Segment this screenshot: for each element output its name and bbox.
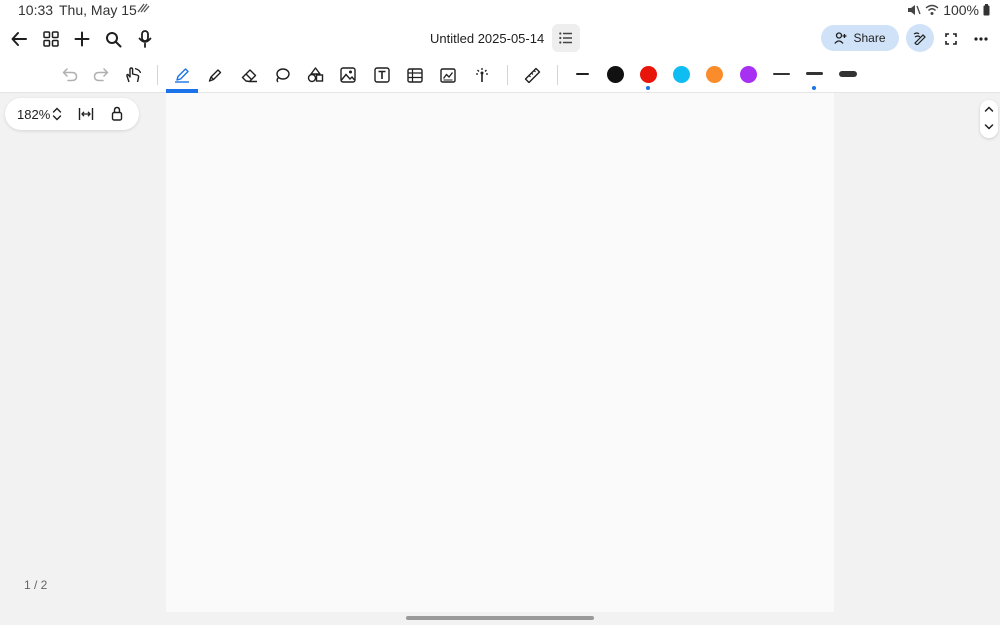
pen-icon [174, 67, 190, 83]
wifi-icon [925, 4, 939, 16]
add-person-icon [834, 32, 847, 44]
stroke-medium[interactable] [806, 72, 823, 75]
eraser-icon[interactable] [234, 60, 264, 90]
selected-indicator [812, 86, 816, 90]
page-scroll-control [980, 100, 998, 138]
toolbar-divider [557, 65, 558, 85]
drawing-toolbar [0, 57, 1000, 93]
lock-icon[interactable] [111, 106, 123, 121]
color-swatch-cyan[interactable] [673, 66, 690, 83]
stroke-thick[interactable] [839, 70, 857, 77]
battery-percent: 100% [943, 2, 979, 18]
undo-icon[interactable] [55, 60, 85, 90]
image-icon[interactable] [333, 60, 363, 90]
stroke-thin[interactable] [773, 73, 790, 75]
color-swatch-orange[interactable] [706, 66, 723, 83]
ruler-icon[interactable] [517, 60, 547, 90]
chart-icon[interactable] [433, 60, 463, 90]
zoom-level[interactable]: 182% [17, 107, 50, 122]
shapes-icon[interactable] [300, 60, 330, 90]
list-icon[interactable] [552, 24, 580, 52]
color-swatch-black[interactable] [607, 66, 624, 83]
mute-icon [907, 4, 921, 16]
status-bar: 10:33 Thu, May 15 100% [0, 0, 1000, 20]
mic-icon[interactable] [131, 25, 159, 53]
share-button[interactable]: Share [821, 25, 899, 51]
table-icon[interactable] [400, 60, 430, 90]
note-page-canvas[interactable] [166, 93, 834, 612]
color-swatch-purple[interactable] [740, 66, 757, 83]
fullscreen-icon[interactable] [937, 25, 965, 53]
lasso-icon[interactable] [267, 60, 297, 90]
home-indicator[interactable] [406, 616, 594, 620]
pen-tool[interactable] [166, 60, 198, 93]
hand-touch-icon[interactable] [118, 60, 148, 90]
page-counter: 1 / 2 [24, 578, 48, 592]
scroll-up-icon[interactable] [984, 105, 994, 113]
status-time: 10:33 [18, 2, 54, 18]
text-box-icon[interactable] [367, 60, 397, 90]
color-swatch-red[interactable] [640, 66, 657, 83]
status-date: Thu, May 15 [59, 2, 137, 18]
toolbar-divider [157, 65, 158, 85]
redo-icon[interactable] [86, 60, 116, 90]
pen-ai-icon[interactable] [906, 24, 934, 52]
share-label: Share [853, 31, 886, 45]
grid-icon[interactable] [37, 25, 65, 53]
app-bar: Untitled 2025-05-14 Share [0, 20, 1000, 57]
thin-line-option[interactable] [576, 73, 589, 75]
highlighter-icon[interactable] [200, 60, 230, 90]
plus-icon[interactable] [68, 25, 96, 53]
document-title[interactable]: Untitled 2025-05-14 [430, 31, 544, 46]
pen-connected-icon [136, 2, 150, 14]
scroll-down-icon[interactable] [984, 123, 994, 131]
battery-icon [983, 4, 990, 16]
zoom-stepper-icon[interactable] [52, 106, 62, 122]
toolbar-divider [507, 65, 508, 85]
more-icon[interactable] [967, 25, 995, 53]
search-icon[interactable] [99, 25, 127, 53]
fit-width-icon[interactable] [78, 106, 94, 122]
zoom-controls: 182% [5, 98, 139, 130]
back-arrow-icon[interactable] [5, 25, 33, 53]
selected-indicator [646, 86, 650, 90]
laser-pointer-icon[interactable] [467, 60, 497, 90]
